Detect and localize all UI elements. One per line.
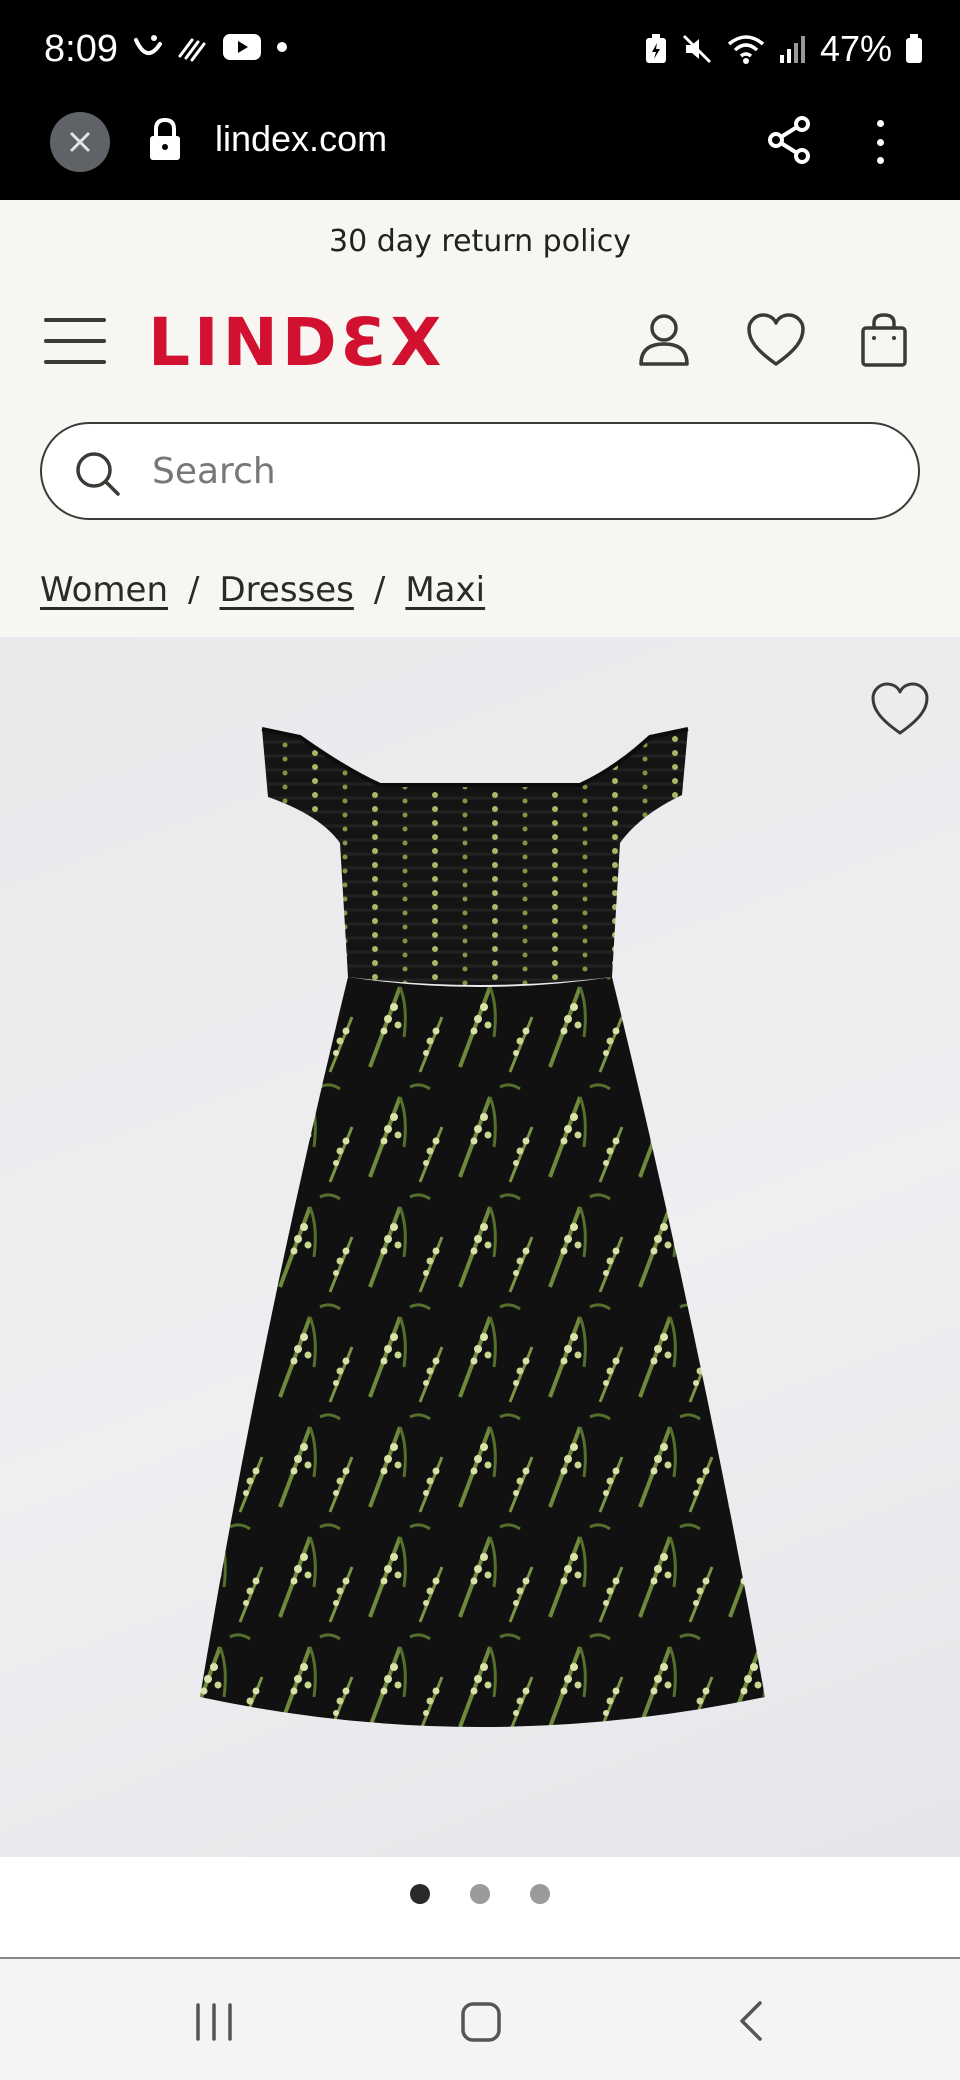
wishlist-icon[interactable]: [746, 312, 806, 368]
signal-slash-icon: [178, 38, 206, 62]
search-box[interactable]: [40, 422, 920, 520]
bag-icon[interactable]: [860, 312, 908, 368]
battery-saver-icon: [645, 34, 666, 63]
lindex-logo[interactable]: LINDƐX: [148, 304, 445, 381]
back-icon[interactable]: [736, 1999, 766, 2043]
status-left-icons: [130, 30, 290, 64]
promo-banner[interactable]: 30 day return policy: [0, 224, 960, 259]
menu-icon: [44, 318, 106, 322]
dot-icon: [277, 42, 287, 52]
breadcrumb-separator: /: [373, 570, 386, 610]
browser-toolbar: lindex.com: [0, 100, 960, 200]
breadcrumb-women[interactable]: Women: [40, 570, 168, 610]
search-icon: [76, 452, 120, 496]
search-input[interactable]: [152, 438, 892, 504]
home-icon[interactable]: [460, 2001, 502, 2043]
status-bar: 8:09 47%: [0, 0, 960, 100]
mute-icon: [682, 34, 711, 64]
breadcrumb: Women / Dresses / Maxi: [40, 570, 485, 610]
menu-button[interactable]: [44, 318, 106, 364]
breadcrumb-separator: /: [188, 570, 200, 610]
system-navigation-bar: [0, 1957, 960, 2080]
carousel-pagination: [0, 1857, 960, 1957]
wifi-icon: [727, 35, 765, 64]
status-right-icons: 47%: [644, 28, 924, 70]
moon-icon: [134, 35, 162, 55]
product-image[interactable]: [0, 637, 960, 1857]
youtube-icon: [223, 34, 261, 60]
battery-icon: [906, 34, 922, 63]
breadcrumb-maxi[interactable]: Maxi: [405, 570, 485, 610]
heart-icon[interactable]: [870, 681, 930, 737]
more-options-button[interactable]: [864, 114, 896, 170]
close-icon: [70, 132, 90, 152]
url-bar[interactable]: lindex.com: [215, 118, 387, 160]
share-icon[interactable]: [766, 114, 812, 166]
close-tab-button[interactable]: [50, 112, 110, 172]
carousel-dot-1[interactable]: [410, 1884, 430, 1904]
account-icon[interactable]: [636, 312, 692, 368]
battery-percent: 47%: [819, 28, 892, 69]
status-time: 8:09: [44, 28, 118, 70]
lock-icon[interactable]: [146, 116, 184, 164]
carousel-dot-2[interactable]: [470, 1884, 490, 1904]
product-photo-dress: [200, 727, 765, 1727]
carousel-dot-3[interactable]: [530, 1884, 550, 1904]
breadcrumb-dresses[interactable]: Dresses: [219, 570, 353, 610]
cellular-icon: [779, 36, 805, 63]
more-icon: [876, 120, 884, 127]
site-header: 30 day return policy LINDƐX Women / Dres…: [0, 200, 960, 637]
recent-apps-icon[interactable]: [194, 2003, 234, 2041]
